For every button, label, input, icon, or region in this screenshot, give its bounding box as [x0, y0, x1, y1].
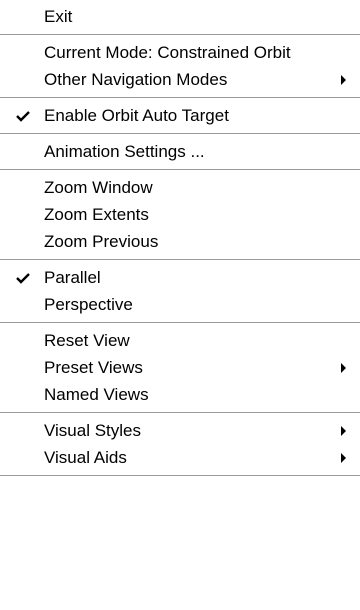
menu-item-label: Animation Settings ... — [44, 142, 205, 161]
menu-item-other-navigation-modes[interactable]: Other Navigation Modes — [0, 66, 360, 93]
context-menu: Exit Current Mode: Constrained Orbit Oth… — [0, 3, 360, 610]
menu-item-zoom-extents[interactable]: Zoom Extents — [0, 201, 360, 228]
menu-separator — [0, 255, 360, 264]
submenu-arrow-icon — [341, 363, 346, 373]
menu-item-label: Parallel — [44, 268, 101, 287]
menu-item-label: Preset Views — [44, 358, 143, 377]
menu-separator — [0, 471, 360, 480]
submenu-arrow-icon — [341, 75, 346, 85]
checkmark-icon — [13, 264, 35, 291]
menu-item-label: Current Mode: Constrained Orbit — [44, 43, 291, 62]
menu-item-label: Zoom Window — [44, 178, 153, 197]
menu-item-label: Visual Styles — [44, 421, 142, 440]
menu-item-visual-aids[interactable]: Visual Aids — [0, 444, 360, 471]
menu-separator — [0, 30, 360, 39]
menu-item-exit[interactable]: Exit — [0, 3, 360, 30]
menu-item-reset-view[interactable]: Reset View — [0, 327, 360, 354]
menu-item-animation-settings[interactable]: Animation Settings ... — [0, 138, 360, 165]
menu-separator — [0, 408, 360, 417]
menu-item-label: Perspective — [44, 295, 133, 314]
menu-item-label: Visual Aids — [44, 448, 127, 467]
menu-item-label: Other Navigation Modes — [44, 70, 228, 89]
menu-separator — [0, 165, 360, 174]
menu-separator — [0, 93, 360, 102]
menu-item-label: Zoom Extents — [44, 205, 149, 224]
menu-item-zoom-window[interactable]: Zoom Window — [0, 174, 360, 201]
menu-item-perspective[interactable]: Perspective — [0, 291, 360, 318]
menu-separator — [0, 318, 360, 327]
menu-item-label: Enable Orbit Auto Target — [44, 106, 229, 125]
menu-item-named-views[interactable]: Named Views — [0, 381, 360, 408]
submenu-arrow-icon — [341, 453, 346, 463]
menu-item-zoom-previous[interactable]: Zoom Previous — [0, 228, 360, 255]
checkmark-icon — [13, 102, 35, 129]
menu-item-label: Exit — [44, 7, 73, 26]
submenu-arrow-icon — [341, 426, 346, 436]
menu-item-preset-views[interactable]: Preset Views — [0, 354, 360, 381]
menu-item-parallel[interactable]: Parallel — [0, 264, 360, 291]
menu-item-visual-styles[interactable]: Visual Styles — [0, 417, 360, 444]
menu-separator — [0, 129, 360, 138]
menu-item-enable-orbit-auto-target[interactable]: Enable Orbit Auto Target — [0, 102, 360, 129]
menu-item-label: Reset View — [44, 331, 130, 350]
menu-item-label: Zoom Previous — [44, 232, 159, 251]
menu-item-current-mode[interactable]: Current Mode: Constrained Orbit — [0, 39, 360, 66]
menu-item-label: Named Views — [44, 385, 149, 404]
